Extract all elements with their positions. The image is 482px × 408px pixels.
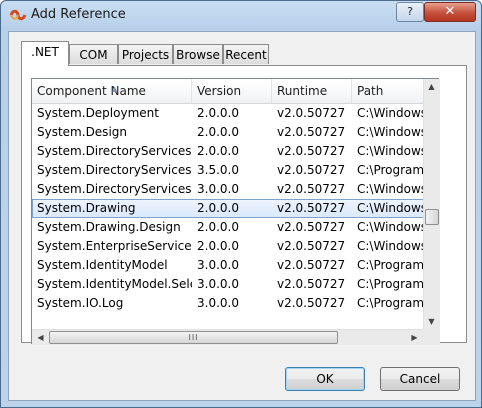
version-cell: 3.5.0.0 <box>197 163 239 177</box>
component-name-cell: System.EnterpriseServices <box>37 239 192 253</box>
runtime-cell: v2.0.50727 <box>277 144 346 158</box>
list-rows: System.Deployment 2.0.0.0 v2.0.50727 C:\Win… <box>32 104 423 313</box>
runtime-cell: v2.0.50727 <box>277 125 346 139</box>
scroll-left-arrow-icon[interactable]: ◀ <box>33 333 48 342</box>
component-name-cell: System.DirectoryServices.P... <box>37 182 192 196</box>
column-header-version[interactable]: Version <box>192 79 272 103</box>
runtime-cell: v2.0.50727 <box>277 258 346 272</box>
path-cell: C:\Windows\ <box>357 125 423 139</box>
version-cell: 3.0.0.0 <box>197 258 239 272</box>
component-name-cell: System.Design <box>37 125 127 139</box>
component-list[interactable]: Component Name ▲ Version Runtime Path Sy… <box>31 78 440 345</box>
scroll-down-arrow-icon[interactable]: ▼ <box>424 317 439 326</box>
list-row[interactable]: System.IO.Log 3.0.0.0 v2.0.50727 C:\Program <box>32 294 423 313</box>
scrollbar-corner <box>423 329 440 345</box>
list-row[interactable]: System.IdentityModel 3.0.0.0 v2.0.50727 C:\… <box>32 256 423 275</box>
path-cell: C:\Program <box>357 258 423 272</box>
cancel-button[interactable]: Cancel <box>380 367 460 391</box>
horizontal-scroll-thumb[interactable]: III <box>49 331 338 344</box>
component-name-cell: System.Deployment <box>37 106 159 120</box>
version-cell: 2.0.0.0 <box>197 125 239 139</box>
path-cell: C:\Program <box>357 277 423 291</box>
path-cell: C:\Program <box>357 163 423 177</box>
tab-panel-dotnet: Component Name ▲ Version Runtime Path Sy… <box>21 65 467 345</box>
version-cell: 2.0.0.0 <box>197 220 239 234</box>
list-viewport: Component Name ▲ Version Runtime Path Sy… <box>32 79 423 329</box>
list-row[interactable]: System.EnterpriseServices 2.0.0.0 v2.0.507… <box>32 237 423 256</box>
dialog-client-area: .NET COM Projects Browse Recent Componen… <box>8 31 476 401</box>
path-cell: C:\Windows\ <box>357 106 423 120</box>
component-name-cell: System.Drawing.Design <box>37 220 181 234</box>
tab-dotnet[interactable]: .NET <box>21 41 69 66</box>
runtime-cell: v2.0.50727 <box>277 277 346 291</box>
path-cell: C:\Windows\ <box>357 182 423 196</box>
path-cell: C:\Program <box>357 296 423 310</box>
tab-com[interactable]: COM <box>69 44 118 64</box>
runtime-cell: v2.0.50727 <box>277 220 346 234</box>
vertical-scroll-thumb[interactable] <box>425 209 439 225</box>
list-row[interactable]: System.IdentityModel.Sele... 3.0.0.0 v2.0.… <box>32 275 423 294</box>
ok-button[interactable]: OK <box>285 367 365 391</box>
runtime-cell: v2.0.50727 <box>277 296 346 310</box>
column-header-runtime[interactable]: Runtime <box>272 79 352 103</box>
component-name-cell: System.DirectoryServices <box>37 144 192 158</box>
version-cell: 2.0.0.0 <box>197 239 239 253</box>
column-header-label: Component Name <box>37 84 146 98</box>
runtime-cell: v2.0.50727 <box>277 201 346 215</box>
path-cell: C:\Windows\ <box>357 239 423 253</box>
list-header: Component Name ▲ Version Runtime Path <box>32 79 423 104</box>
list-row[interactable]: System.Deployment 2.0.0.0 v2.0.50727 C:\Win… <box>32 104 423 123</box>
column-header-path[interactable]: Path <box>352 79 423 103</box>
list-row[interactable]: System.Design 2.0.0.0 v2.0.50727 C:\Windows… <box>32 123 423 142</box>
horizontal-scrollbar[interactable]: ◀ III ▶ <box>32 329 423 345</box>
list-row[interactable]: System.DirectoryServices 2.0.0.0 v2.0.5072… <box>32 142 423 161</box>
runtime-cell: v2.0.50727 <box>277 182 346 196</box>
component-name-cell: System.IO.Log <box>37 296 124 310</box>
scroll-right-arrow-icon[interactable]: ▶ <box>407 333 422 342</box>
version-cell: 3.0.0.0 <box>197 296 239 310</box>
tab-recent[interactable]: Recent <box>223 44 269 64</box>
version-cell: 2.0.0.0 <box>197 201 239 215</box>
runtime-cell: v2.0.50727 <box>277 163 346 177</box>
version-cell: 2.0.0.0 <box>197 144 239 158</box>
list-row[interactable]: System.Drawing 2.0.0.0 v2.0.50727 C:\Window… <box>32 199 423 218</box>
title-bar[interactable]: Add Reference ? ✕ <box>1 1 481 31</box>
list-row[interactable]: System.Drawing.Design 2.0.0.0 v2.0.50727 C:… <box>32 218 423 237</box>
runtime-cell: v2.0.50727 <box>277 106 346 120</box>
visual-studio-icon <box>9 9 27 21</box>
add-reference-dialog: Add Reference ? ✕ .NET COM Projects Brow… <box>0 0 482 408</box>
help-button[interactable]: ? <box>396 2 424 22</box>
path-cell: C:\Windows\ <box>357 144 423 158</box>
version-cell: 3.0.0.0 <box>197 182 239 196</box>
sort-ascending-icon: ▲ <box>112 85 118 93</box>
version-cell: 2.0.0.0 <box>197 106 239 120</box>
component-name-cell: System.Drawing <box>37 201 136 215</box>
window-title: Add Reference <box>31 7 126 22</box>
component-name-cell: System.IdentityModel <box>37 258 168 272</box>
tab-projects[interactable]: Projects <box>118 44 173 64</box>
column-header-component-name[interactable]: Component Name ▲ <box>32 79 192 103</box>
scroll-up-arrow-icon[interactable]: ▲ <box>424 82 439 91</box>
list-row[interactable]: System.DirectoryServices.... 3.5.0.0 v2.0.… <box>32 161 423 180</box>
component-name-cell: System.DirectoryServices.... <box>37 163 192 177</box>
list-row[interactable]: System.DirectoryServices.P... 3.0.0.0 v2.0… <box>32 180 423 199</box>
version-cell: 3.0.0.0 <box>197 277 239 291</box>
tab-browse[interactable]: Browse <box>173 44 223 64</box>
close-button[interactable]: ✕ <box>424 2 476 22</box>
path-cell: C:\Windows\ <box>357 220 423 234</box>
runtime-cell: v2.0.50727 <box>277 239 346 253</box>
path-cell: C:\Windows\ <box>357 201 423 215</box>
vertical-scrollbar[interactable]: ▲ ▼ <box>423 79 440 329</box>
component-name-cell: System.IdentityModel.Sele... <box>37 277 192 291</box>
